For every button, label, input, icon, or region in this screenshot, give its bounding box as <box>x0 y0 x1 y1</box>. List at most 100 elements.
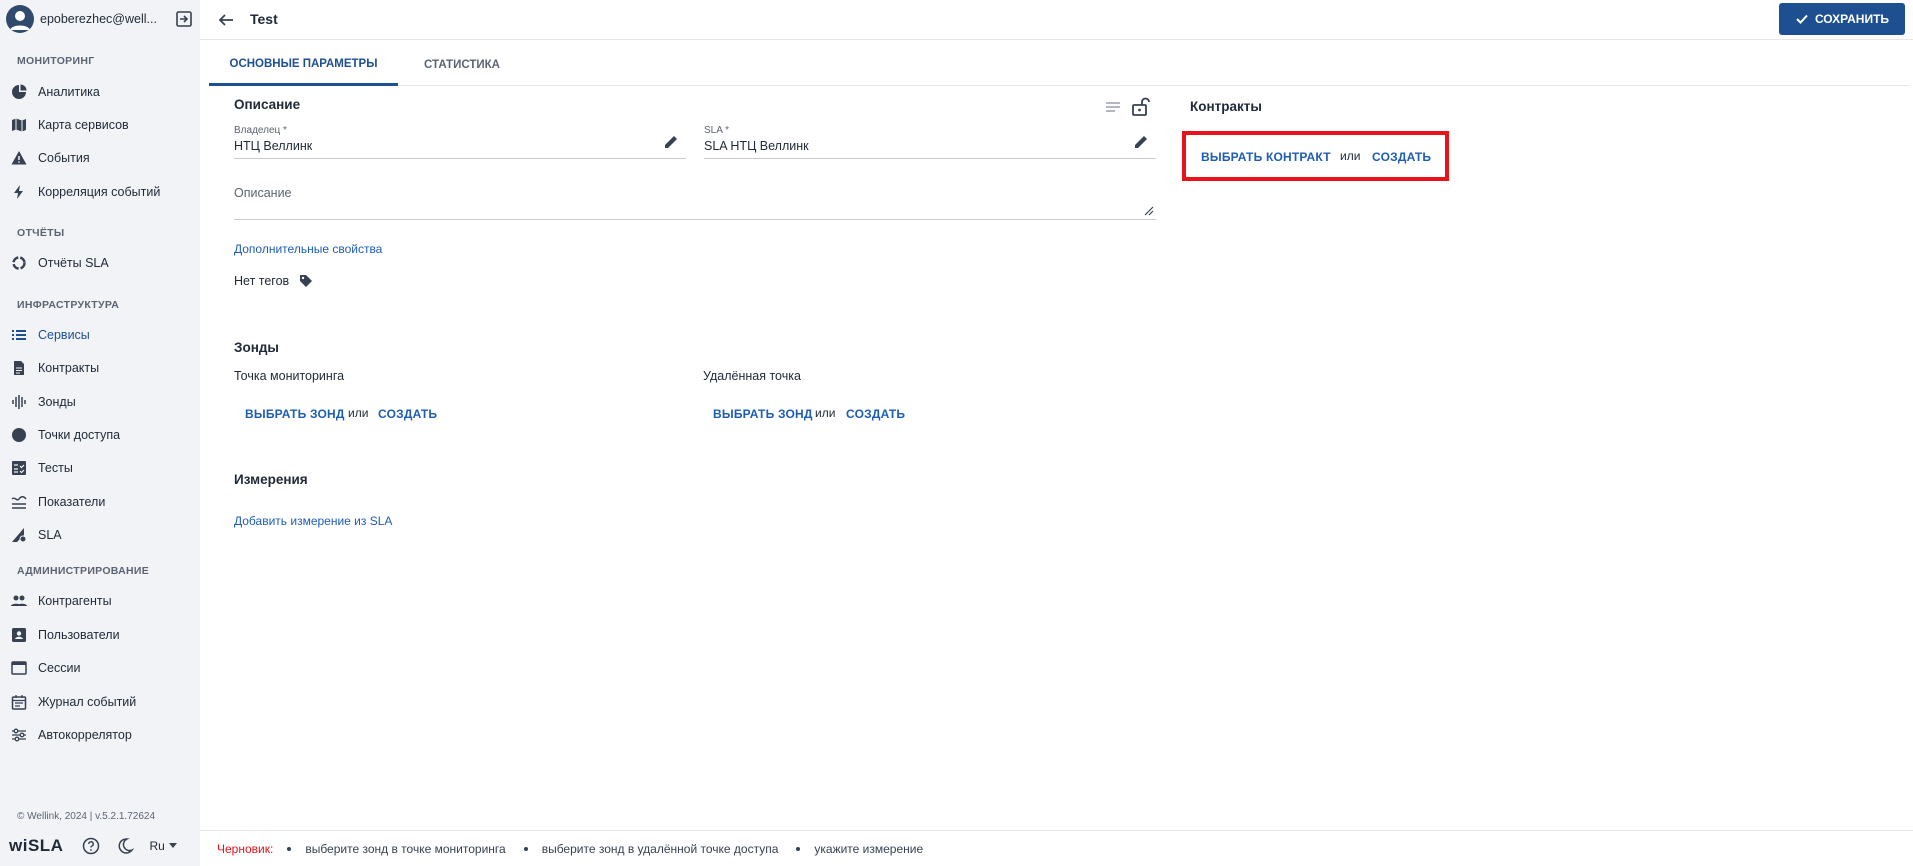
sidebar-item-contracts[interactable]: Контракты <box>0 354 200 382</box>
status-item: укажите измерение <box>796 842 923 856</box>
sidebar-item-label: Зонды <box>38 395 76 409</box>
dark-mode-icon[interactable] <box>115 836 135 856</box>
tag-icon[interactable] <box>299 274 313 288</box>
owner-label: Владелец * <box>234 125 287 136</box>
choose-probe-monitoring-button[interactable]: ВЫБРАТЬ ЗОНД <box>245 407 345 421</box>
sidebar-item-sla[interactable]: SLA <box>0 521 200 549</box>
monitoring-point-label: Точка мониторинга <box>234 369 345 383</box>
checklist-icon <box>10 459 28 477</box>
sidebar-item-users[interactable]: Пользователи <box>0 621 200 649</box>
user-name[interactable]: epoberezhec@well... <box>40 12 174 26</box>
sidebar-item-label: Точки доступа <box>38 428 121 442</box>
sidebar-footer: wiSLA Ru <box>9 836 177 856</box>
status-item: выберите зонд в точке мониторинга <box>287 842 505 856</box>
section-reports: ОТЧЁТЫ <box>17 227 65 239</box>
help-icon[interactable] <box>81 836 101 856</box>
sidebar-item-events[interactable]: События <box>0 144 200 172</box>
tab-main-params[interactable]: ОСНОВНЫЕ ПАРАМЕТРЫ <box>209 44 398 86</box>
choose-probe-remote-button[interactable]: ВЫБРАТЬ ЗОНД <box>713 407 813 421</box>
or-label: или <box>1340 149 1361 163</box>
choose-contract-button[interactable]: ВЫБРАТЬ КОНТРАКТ <box>1201 150 1331 164</box>
people-icon <box>10 592 28 610</box>
contracts-heading: Контракты <box>1190 99 1262 114</box>
save-button[interactable]: СОХРАНИТЬ <box>1779 3 1905 35</box>
page-title: Test <box>250 11 278 27</box>
probes-heading: Зонды <box>234 340 279 355</box>
sidebar-item-label: Аналитика <box>38 85 100 99</box>
description-placeholder: Описание <box>234 186 292 200</box>
sidebar-item-event-correlation[interactable]: Корреляция событий <box>0 178 200 206</box>
window-icon <box>10 659 28 677</box>
chevron-down-icon <box>168 843 177 848</box>
sliders-icon <box>10 726 28 744</box>
create-probe-remote-button[interactable]: СОЗДАТЬ <box>846 407 905 421</box>
brand-logo: wiSLA <box>9 836 64 855</box>
sidebar-item-probes[interactable]: Зонды <box>0 388 200 416</box>
sidebar-item-label: Контрагенты <box>38 594 112 608</box>
section-infrastructure: ИНФРАСТРУКТУРА <box>17 299 120 311</box>
user-avatar-icon[interactable] <box>6 5 34 33</box>
user-card-icon <box>10 626 28 644</box>
sidebar-item-service-map[interactable]: Карта сервисов <box>0 111 200 139</box>
sidebar-item-services[interactable]: Сервисы <box>0 321 200 349</box>
sidebar-item-label: Сессии <box>38 661 81 675</box>
back-arrow-icon[interactable] <box>216 10 236 30</box>
donut-icon <box>10 254 28 272</box>
edit-pencil-icon[interactable] <box>1132 133 1150 151</box>
sidebar-item-label: Автокоррелятор <box>38 728 132 742</box>
sidebar-item-tests[interactable]: Тесты <box>0 454 200 482</box>
sla-value: SLA НТЦ Веллинк <box>704 139 809 153</box>
sidebar-item-label: События <box>38 151 90 165</box>
sidebar-item-label: Корреляция событий <box>38 185 161 199</box>
metrics-icon <box>10 493 28 511</box>
edit-pencil-icon[interactable] <box>662 133 680 151</box>
sidebar-item-counterparties[interactable]: Контрагенты <box>0 587 200 615</box>
sidebar-item-autocorrelator[interactable]: Автокоррелятор <box>0 721 200 749</box>
description-textarea[interactable]: Описание <box>234 180 1156 220</box>
sidebar-item-sla-reports[interactable]: Отчёты SLA <box>0 249 200 277</box>
sidebar-item-access-points[interactable]: Точки доступа <box>0 421 200 449</box>
lightning-icon <box>10 183 28 201</box>
sidebar-item-analytics[interactable]: Аналитика <box>0 78 200 106</box>
create-contract-button[interactable]: СОЗДАТЬ <box>1372 150 1431 164</box>
sidebar-item-label: Пользователи <box>38 628 120 642</box>
section-monitoring: МОНИТОРИНГ <box>17 55 95 67</box>
tabs: ОСНОВНЫЕ ПАРАМЕТРЫ СТАТИСТИКА <box>209 44 1909 86</box>
status-bar: Черновик: выберите зонд в точке монитори… <box>200 830 1913 866</box>
additional-properties-link[interactable]: Дополнительные свойства <box>234 242 382 256</box>
resize-handle-icon[interactable] <box>1142 204 1154 216</box>
tab-statistics[interactable]: СТАТИСТИКА <box>424 44 500 86</box>
sidebar-item-label: Карта сервисов <box>38 118 129 132</box>
create-probe-monitoring-button[interactable]: СОЗДАТЬ <box>378 407 437 421</box>
list-icon <box>10 326 28 344</box>
description-heading: Описание <box>234 97 301 112</box>
sidebar-item-label: Показатели <box>38 495 106 509</box>
sidebar-item-metrics[interactable]: Показатели <box>0 488 200 516</box>
owner-value: НТЦ Веллинк <box>234 139 313 153</box>
logout-icon[interactable] <box>174 9 194 29</box>
save-button-label: СОХРАНИТЬ <box>1814 12 1890 26</box>
sidebar-item-label: Тесты <box>38 461 73 475</box>
pie-chart-icon <box>10 83 28 101</box>
sidebar-item-event-log[interactable]: Журнал событий <box>0 688 200 716</box>
map-icon <box>10 116 28 134</box>
sla-field[interactable]: SLA * SLA НТЦ Веллинк <box>704 125 1156 159</box>
check-icon <box>1796 14 1808 24</box>
circle-icon <box>10 426 28 444</box>
user-panel: epoberezhec@well... <box>0 0 200 38</box>
or-label: или <box>815 406 836 420</box>
add-measurement-from-sla-link[interactable]: Добавить измерение из SLA <box>234 514 392 528</box>
sla-gear-icon <box>10 526 28 544</box>
waveform-icon <box>10 393 28 411</box>
lines-icon[interactable] <box>1104 98 1122 116</box>
language-value: Ru <box>149 839 165 853</box>
owner-field[interactable]: Владелец * НТЦ Веллинк <box>234 125 686 159</box>
draft-label: Черновик: <box>217 841 274 856</box>
sidebar-item-label: Контракты <box>38 361 100 375</box>
section-administration: АДМИНИСТРИРОВАНИЕ <box>17 565 150 577</box>
sla-label: SLA * <box>704 125 730 136</box>
sidebar-item-sessions[interactable]: Сессии <box>0 654 200 682</box>
sidebar-item-label: SLA <box>38 528 62 542</box>
unlock-icon[interactable] <box>1130 96 1150 116</box>
language-select[interactable]: Ru <box>149 839 177 853</box>
